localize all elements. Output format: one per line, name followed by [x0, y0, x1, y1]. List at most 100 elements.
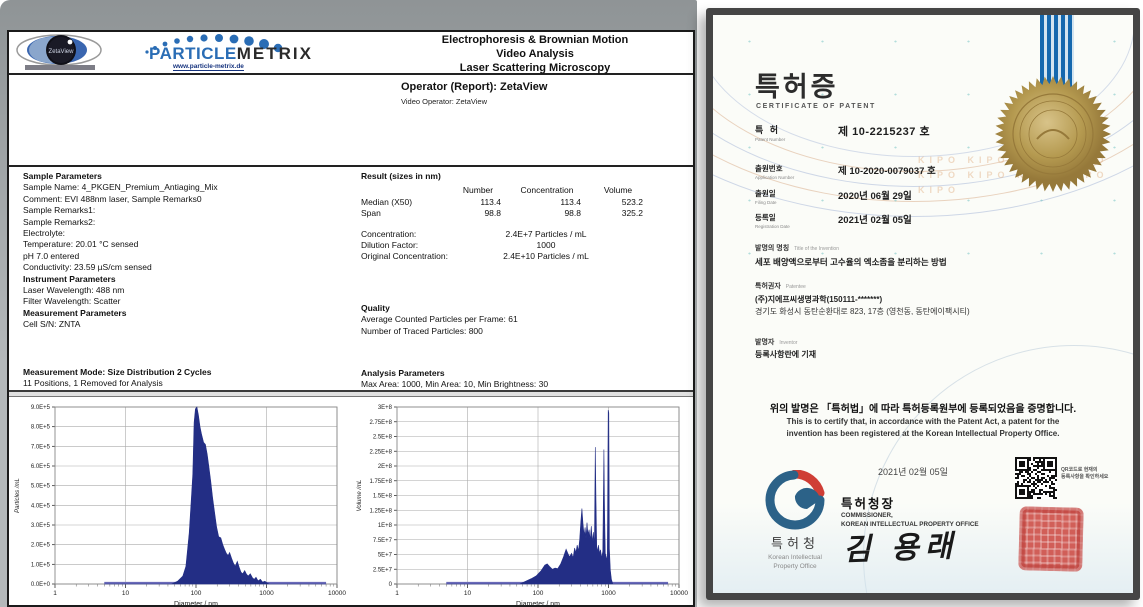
kipo-name-ko: 특허청 [771, 536, 819, 551]
report-header: ZetaView PARTICLEMETRIX www.particle-met… [9, 32, 693, 75]
result-row: Span 98.8 98.8 325.2 [361, 208, 689, 219]
svg-text:6.0E+5: 6.0E+5 [31, 464, 51, 470]
commissioner-title: 특허청장 [841, 497, 896, 511]
result-extra-row: Dilution Factor: 1000 [361, 240, 689, 251]
video-operator-line: Video Operator: ZetaView [401, 97, 488, 106]
parameter-line: Electrolyte: [23, 228, 66, 239]
svg-text:5.0E+5: 5.0E+5 [31, 484, 51, 490]
parameters-column: Sample Parameters Sample Name: 4_PKGEN_P… [23, 171, 353, 390]
title-line-1: Electrophoresis & Brownian Motion [441, 34, 629, 46]
filing-date-label: 출원일 Filing Date [755, 189, 777, 205]
official-red-seal-icon [1018, 506, 1084, 572]
patent-number-label: 특 허 Patent Number [755, 125, 786, 142]
report-body: Sample Parameters Sample Name: 4_PKGEN_P… [9, 167, 693, 390]
kipo-logo-icon [765, 470, 825, 530]
instrument-parameters-lines: Laser Wavelength: 488 nm Filter Wavelengt… [23, 285, 353, 308]
application-number-label: 출원번호 Application Number [755, 164, 795, 180]
result-row-label: Median (X50) [361, 196, 413, 207]
result-row: Median (X50) 113.4 113.4 523.2 [361, 197, 689, 208]
result-number-value: 98.8 [484, 208, 501, 219]
extra-value: 1000 [536, 240, 556, 251]
volume-distribution-chart: 0 2.5E+7 5E+7 7.5E+7 1E+8 1.25E+8 1.5E+8 1.75E+… [357, 405, 688, 607]
zetaview-eye-logo-icon: ZetaView [15, 33, 107, 76]
result-number-value: 113.4 [480, 196, 501, 207]
svg-text:7.5E+7: 7.5E+7 [373, 538, 393, 544]
certificate-frame: KIPO KIPO KIPO KIPO KIPO KIPO KIPO KIPO … [706, 8, 1140, 600]
parameter-line: Sample Remarks1: [23, 205, 96, 216]
svg-text:1000: 1000 [601, 590, 616, 597]
particle-metrix-url: www.particle-metrix.de [173, 63, 244, 71]
result-heading: Result (sizes in nm) [361, 171, 441, 181]
svg-text:Particles /mL: Particles /mL [15, 478, 21, 513]
filing-date-value: 2020년 06월 29일 [838, 191, 912, 202]
registration-date-value: 2021년 02월 05일 [838, 215, 912, 226]
svg-text:Diameter / nm: Diameter / nm [174, 601, 218, 607]
svg-text:100: 100 [191, 590, 202, 597]
analysis-parameter-line: Max Area: 1000, Min Area: 10, Min Bright… [361, 379, 549, 390]
parameter-line: Cell S/N: ZNTA [23, 319, 81, 330]
svg-text:1E+8: 1E+8 [378, 523, 393, 529]
analysis-parameters-lines: Max Area: 1000, Min Area: 10, Min Bright… [361, 379, 689, 390]
svg-text:Volume /mL: Volume /mL [357, 480, 363, 512]
particle-metrix-wordmark: PARTICLEMETRIX [149, 44, 313, 64]
report-document: ZetaView PARTICLEMETRIX www.particle-met… [7, 30, 695, 607]
svg-text:1.5E+8: 1.5E+8 [373, 494, 393, 500]
extra-label: Dilution Factor: [361, 240, 419, 251]
svg-text:3.0E+5: 3.0E+5 [31, 523, 51, 529]
charts-row: 0.0E+0 1.0E+5 2.0E+5 3.0E+5 4.0E+5 5.0E+5 6.0E… [9, 397, 693, 607]
operator-row: Operator (Report): ZetaView Video Operat… [9, 75, 693, 167]
parameter-line: Laser Wavelength: 488 nm [23, 285, 125, 296]
screenshot-canvas: ZetaView PARTICLEMETRIX www.particle-met… [0, 0, 1143, 607]
result-concentration-value: 113.4 [560, 196, 581, 207]
extra-label: Concentration: [361, 228, 417, 239]
result-table-header: Number Concentration Volume [361, 185, 689, 196]
svg-text:1: 1 [53, 590, 57, 597]
measurement-mode-block: Measurement Mode: Size Distribution 2 Cy… [23, 367, 353, 390]
parameter-line: Comment: EVI 488nm laser, Sample Remarks… [23, 193, 202, 204]
svg-text:1.0E+5: 1.0E+5 [31, 562, 51, 568]
svg-text:5E+7: 5E+7 [378, 553, 393, 559]
extra-value: 2.4E+7 Particles / mL [505, 228, 587, 239]
col-number: Number [462, 185, 494, 196]
svg-text:10: 10 [122, 590, 130, 597]
svg-text:2.5E+8: 2.5E+8 [373, 435, 393, 441]
patent-number-value: 제 10-2215237 호 [838, 126, 931, 138]
certificate-title: 특허증 [755, 72, 839, 102]
analysis-parameters-heading: Analysis Parameters [361, 368, 445, 379]
certification-statement-en: This is to certify that, in accordance w… [786, 417, 1060, 438]
qr-code-icon [1015, 457, 1057, 504]
quality-lines: Average Counted Particles per Frame: 61 N… [361, 314, 689, 337]
metrix-text: METRIX [236, 44, 313, 63]
parameter-line: Sample Remarks2: [23, 216, 96, 227]
inventor-value: 등록사항란에 기재 [755, 350, 817, 359]
patentee-address: 경기도 화성시 동탄순환대로 823, 17층 (영천동, 동탄에이팩시티) [755, 307, 970, 316]
certificate-subtitle: CERTIFICATE OF PATENT [756, 103, 876, 110]
measurement-mode-line: 11 Positions, 1 Removed for Analysis [23, 378, 163, 389]
certificate-date: 2021년 02월 05일 [878, 467, 948, 477]
parameter-line: Temperature: 20.01 °C sensed [23, 239, 139, 250]
svg-text:0: 0 [389, 582, 393, 588]
svg-text:ZetaView: ZetaView [49, 49, 75, 55]
result-extra-row: Original Concentration: 2.4E+10 Particle… [361, 251, 689, 262]
registration-date-label: 등록일 Registration Date [755, 213, 790, 229]
invention-title-label: 발명의 명칭 Title of the Invention [755, 245, 839, 252]
qr-caption: QR코드로 현재의 등록사항을 확인하세요 [1061, 467, 1109, 480]
quality-heading: Quality [361, 302, 390, 313]
number-distribution-chart: 0.0E+0 1.0E+5 2.0E+5 3.0E+5 4.0E+5 5.0E+5 6.0E… [15, 405, 346, 607]
certificate-document: KIPO KIPO KIPO KIPO KIPO KIPO KIPO KIPO … [713, 15, 1133, 593]
svg-text:4.0E+5: 4.0E+5 [31, 503, 51, 509]
patentee-name: (주)지에프씨생명과학(150111-*******) [755, 295, 883, 304]
result-row-label: Span [361, 208, 381, 219]
application-number-value: 제 10-2020-0079037 호 [838, 166, 936, 177]
operator-line: Operator (Report): ZetaView [401, 81, 548, 93]
quality-line: Average Counted Particles per Frame: 61 [361, 314, 518, 325]
result-extra-rows: Concentration: 2.4E+7 Particles / mL Dil… [361, 229, 689, 263]
svg-text:Diameter / nm: Diameter / nm [516, 601, 560, 607]
sample-parameters-heading: Sample Parameters [23, 171, 102, 181]
measurement-mode-heading: Measurement Mode: Size Distribution 2 Cy… [23, 366, 212, 377]
report-title: Electrophoresis & Brownian Motion Video … [385, 34, 685, 75]
commissioner-signature: 김 용래 [842, 529, 959, 567]
title-line-2: Video Analysis [496, 47, 574, 60]
col-concentration: Concentration [520, 185, 574, 196]
quality-line: Number of Traced Particles: 800 [361, 325, 483, 336]
